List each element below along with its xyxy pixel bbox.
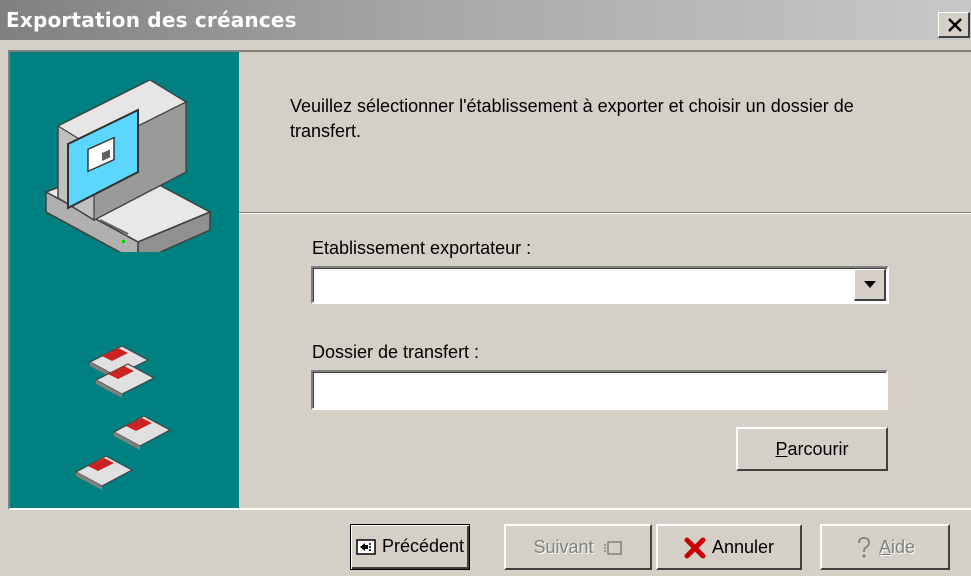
establishment-select[interactable] [311, 266, 889, 304]
intro-text: Veuillez sélectionner l'établissement à … [290, 96, 854, 141]
browse-button[interactable]: Parcourir [736, 427, 888, 471]
folder-label: Dossier de transfert : [312, 342, 480, 362]
close-icon [948, 18, 962, 32]
help-accel: A [878, 537, 891, 557]
floppy-disk-icon [74, 345, 172, 490]
close-button[interactable] [938, 12, 970, 38]
title-bar: Exportation des créances [0, 0, 971, 40]
browse-label: arcourir [787, 439, 849, 459]
next-label: Suivant [533, 537, 594, 557]
cancel-label: Annuler [711, 537, 775, 557]
help-button[interactable]: Aide [820, 524, 950, 570]
cancel-button[interactable]: Annuler [656, 524, 802, 570]
red-x-icon [684, 537, 706, 559]
help-label: ide [890, 537, 916, 557]
next-icon [603, 541, 622, 555]
window-title: Exportation des créances [6, 8, 297, 32]
computer-icon [44, 79, 212, 252]
back-arrow-icon [356, 539, 376, 555]
establishment-dropdown-button[interactable] [854, 269, 886, 301]
previous-label: Précédent [381, 536, 465, 556]
separator [239, 212, 971, 214]
establishment-label: Etablissement exportateur : [312, 238, 532, 258]
question-icon [858, 537, 870, 558]
previous-button[interactable]: Précédent [350, 524, 470, 570]
wizard-side-panel [10, 52, 239, 508]
next-button[interactable]: Suivant [504, 524, 652, 570]
chevron-down-icon [864, 281, 876, 288]
folder-field[interactable] [311, 370, 888, 410]
browse-accel: P [775, 439, 788, 459]
